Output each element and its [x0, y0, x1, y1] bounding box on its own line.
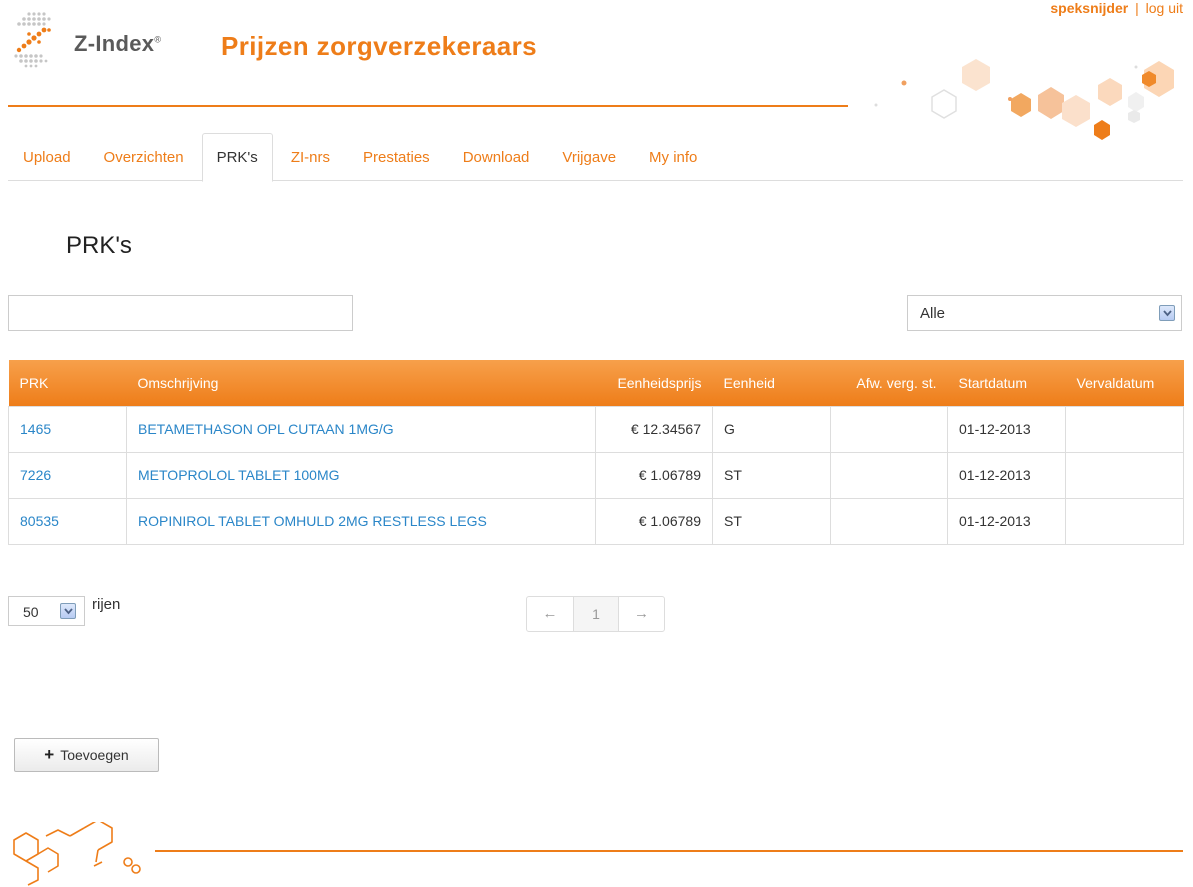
plus-icon: + [44, 745, 55, 764]
cell-omschrijving: ROPINIROL TABLET OMHULD 2MG RESTLESS LEG… [126, 497, 596, 545]
cell-eenheidsprijs: € 1.06789 [595, 497, 713, 545]
prk-table: PRK Omschrijving Eenheidsprijs Eenheid A… [8, 360, 1184, 545]
username: speksnijder [1050, 0, 1129, 16]
cell-eenheid: ST [712, 451, 831, 499]
cell-afw-verg-st [830, 497, 948, 545]
table-header-row: PRK Omschrijving Eenheidsprijs Eenheid A… [8, 360, 1184, 406]
pagination-current-page[interactable]: 1 [573, 597, 618, 631]
tab-prestaties[interactable]: Prestaties [348, 133, 445, 181]
pagination-prev-button[interactable]: ← [527, 597, 573, 631]
cell-startdatum: 01-12-2013 [947, 451, 1066, 499]
logout-link[interactable]: log uit [1146, 0, 1183, 16]
z-index-logo-icon [14, 12, 51, 68]
table-row[interactable]: 1465 BETAMETHASON OPL CUTAAN 1MG/G € 12.34… [8, 405, 1184, 453]
column-header-startdatum[interactable]: Startdatum [948, 360, 1066, 406]
cell-vervaldatum [1065, 405, 1184, 453]
user-bar: speksnijder | log uit [1050, 0, 1183, 16]
cell-eenheidsprijs: € 12.34567 [595, 405, 713, 453]
cell-startdatum: 01-12-2013 [947, 497, 1066, 545]
cell-prk: 80535 [8, 497, 127, 545]
filter-select-value: Alle [920, 305, 946, 322]
search-input[interactable] [8, 295, 353, 331]
table-row[interactable]: 80535 ROPINIROL TABLET OMHULD 2MG RESTLES… [8, 497, 1184, 545]
user-separator: | [1135, 0, 1139, 16]
tab-my-info[interactable]: My info [634, 133, 712, 181]
cell-omschrijving-link[interactable]: BETAMETHASON OPL CUTAAN 1MG/G [138, 421, 394, 437]
chevron-down-icon[interactable] [1159, 305, 1175, 321]
footer-divider [155, 850, 1183, 852]
cell-vervaldatum [1065, 451, 1184, 499]
cell-eenheid: ST [712, 497, 831, 545]
app-title: Prijzen zorgverzekeraars [221, 31, 537, 61]
cell-prk-link[interactable]: 80535 [20, 513, 59, 529]
rows-label: rijen [92, 596, 121, 613]
cell-omschrijving: METOPROLOL TABLET 100MG [126, 451, 596, 499]
cell-prk: 7226 [8, 451, 127, 499]
page-size-value: 50 [23, 604, 39, 620]
chevron-down-icon[interactable] [60, 603, 76, 619]
cell-prk-link[interactable]: 7226 [20, 467, 51, 483]
filter-select[interactable]: Alle [907, 295, 1182, 331]
brand-name-text: Z-Index [74, 31, 155, 56]
tab-overzichten[interactable]: Overzichten [89, 133, 199, 181]
hexagon-outline-decoration-icon [13, 822, 141, 886]
cell-omschrijving-link[interactable]: METOPROLOL TABLET 100MG [138, 467, 340, 483]
column-header-omschrijving[interactable]: Omschrijving [127, 360, 596, 406]
pagination: ← 1 → [526, 596, 665, 632]
add-button-label: Toevoegen [60, 747, 129, 763]
cell-vervaldatum [1065, 497, 1184, 545]
cell-prk: 1465 [8, 405, 127, 453]
tab-zi-nrs[interactable]: ZI-nrs [276, 133, 345, 181]
cell-omschrijving: BETAMETHASON OPL CUTAAN 1MG/G [126, 405, 596, 453]
tab-upload[interactable]: Upload [8, 133, 86, 181]
tab-vrijgave[interactable]: Vrijgave [547, 133, 631, 181]
cell-afw-verg-st [830, 405, 948, 453]
cell-eenheidsprijs: € 1.06789 [595, 451, 713, 499]
header-divider [8, 105, 848, 107]
page-title: PRK's [66, 232, 132, 259]
table-row[interactable]: 7226 METOPROLOL TABLET 100MG € 1.06789 ST 01… [8, 451, 1184, 499]
column-header-eenheidsprijs[interactable]: Eenheidsprijs [596, 360, 713, 406]
column-header-afw-verg-st[interactable]: Afw. verg. st. [831, 360, 948, 406]
pagination-next-button[interactable]: → [618, 597, 664, 631]
column-header-eenheid[interactable]: Eenheid [713, 360, 831, 406]
column-header-vervaldatum[interactable]: Vervaldatum [1066, 360, 1184, 406]
brand-reg-mark: ® [154, 34, 162, 45]
main-tabs: Upload Overzichten PRK's ZI-nrs Prestaties Do… [8, 133, 1183, 182]
add-button[interactable]: + Toevoegen [14, 738, 159, 772]
cell-afw-verg-st [830, 451, 948, 499]
cell-startdatum: 01-12-2013 [947, 405, 1066, 453]
tab-prk-s[interactable]: PRK's [201, 133, 273, 182]
page-size-select[interactable]: 50 [8, 596, 85, 626]
tab-download[interactable]: Download [448, 133, 545, 181]
brand-name: Z-Index® [74, 31, 161, 57]
cell-prk-link[interactable]: 1465 [20, 421, 51, 437]
cell-eenheid: G [712, 405, 831, 453]
cell-omschrijving-link[interactable]: ROPINIROL TABLET OMHULD 2MG RESTLESS LEG… [138, 513, 487, 529]
column-header-prk[interactable]: PRK [9, 360, 127, 406]
